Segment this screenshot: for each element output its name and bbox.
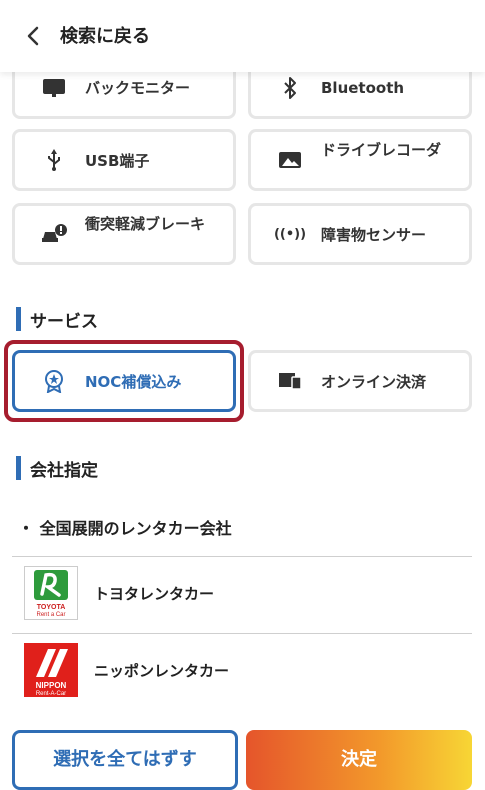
svg-text:TOYOTA: TOYOTA [37,604,66,611]
chip-label: ドライブレコーダ [321,141,442,159]
chip-label: USB端子 [85,152,150,170]
toyota-rent-a-car-logo: TOYOTA Rent a Car [24,566,78,620]
header: 検索に戻る [0,0,485,72]
svg-text:Rent a Car: Rent a Car [36,612,65,618]
chevron-left-icon[interactable] [24,24,44,48]
company-row-nippon[interactable] [12,634,472,710]
chip-label: 衝突軽減ブレーキ [85,215,206,233]
badge-icon [41,368,67,394]
section-marker [16,456,21,480]
page-title[interactable]: 検索に戻る [60,22,150,48]
chip-label: 障害物センサー [321,226,427,244]
svg-text:NIPPON: NIPPON [36,681,67,690]
confirm-button[interactable]: 決定 [246,730,472,790]
chip-online-payment[interactable]: オンライン決済 [248,350,472,412]
chip-label: オンライン決済 [321,373,427,391]
chip-label: Bluetooth [321,79,405,97]
company-name: ニッポンレンタカー [94,662,230,680]
monitor-icon [41,75,67,101]
clear-selection-button[interactable]: 選択を全てはずす [12,730,238,790]
company-group-title: ・ 全国展開のレンタカー会社 [18,519,232,538]
chip-noc-coverage[interactable]: NOC補償込み [12,350,236,412]
chip-obstacle-sensor[interactable]: ((•)) 障害物センサー [248,203,472,265]
chip-drive-recorder[interactable]: ドライブレコーダ [248,129,472,191]
section-title-services: サービス [30,312,98,332]
usb-icon [41,147,67,173]
devices-icon [277,368,303,394]
bluetooth-icon [277,75,303,101]
chip-usb[interactable]: USB端子 [12,129,236,191]
car-alert-icon [41,221,67,247]
chip-collision-brake[interactable]: 衝突軽減ブレーキ [12,203,236,265]
company-row-toyota[interactable] [12,557,472,633]
chip-label: バックモニター [85,79,191,97]
section-title-company: 会社指定 [30,461,98,481]
image-icon [277,147,303,173]
svg-text:Rent-A-Car: Rent-A-Car [36,691,66,697]
sensor-icon: ((•)) [273,226,307,242]
section-marker [16,307,21,331]
nippon-rent-a-car-logo: NIPPON Rent-A-Car [24,643,78,697]
chip-label: NOC補償込み [85,373,182,391]
company-name: トヨタレンタカー [94,585,215,603]
